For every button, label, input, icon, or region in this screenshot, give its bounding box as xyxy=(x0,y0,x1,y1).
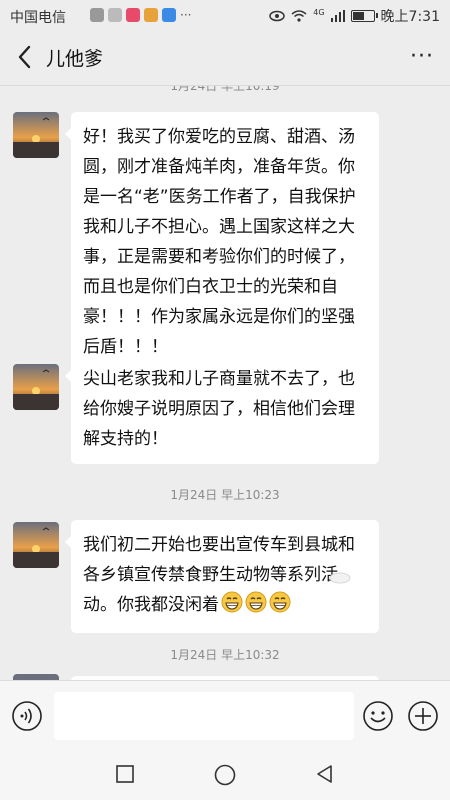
more-dots-icon[interactable]: ··· xyxy=(410,44,434,69)
notification-icon xyxy=(90,8,104,22)
timestamp: 1月24日 早上10:23 xyxy=(170,488,280,502)
message-text: 好！我买了你爱吃的豆腐、甜酒、汤圆，刚才准备炖羊肉，准备年货。你是一名“老”医务… xyxy=(83,127,356,357)
system-navigation-bar xyxy=(0,750,450,800)
notification-icons: ··· xyxy=(90,8,191,22)
message-text: 我们初二开始也要出宣传车到县城和各乡镇宣传禁食野生动物等系列活动。你我都没闲着 xyxy=(83,535,355,615)
smiley-icon[interactable] xyxy=(362,700,394,732)
signal-icon xyxy=(330,10,345,22)
message-bubble[interactable]: 尖山老家我和儿子商量就不去了，也给你嫂子说明原因了，相信他们会理解支持的！ xyxy=(65,354,379,464)
grin-emoji xyxy=(269,591,291,623)
back-triangle-icon[interactable] xyxy=(314,763,336,785)
chat-header: 儿他爹 ··· xyxy=(0,30,450,86)
message-list[interactable]: 1月24日 早上10:19 好！我买了你爱吃的豆腐、甜酒、汤圆，刚才准备炖羊肉，… xyxy=(0,86,450,680)
notification-icon xyxy=(108,8,122,22)
message-bubble[interactable]: 好！我买了你爱吃的豆腐、甜酒、汤圆，刚才准备炖羊肉，准备年货。你是一名“老”医务… xyxy=(65,112,379,372)
grin-emoji xyxy=(221,591,243,623)
notification-icon xyxy=(162,8,176,22)
notification-icon xyxy=(126,8,140,22)
message-bubble[interactable]: 我们初二开始也要出宣传车到县城和各乡镇宣传禁食野生动物等系列活动。你我都没闲着 xyxy=(65,520,379,633)
status-bar: 中国电信 ··· 4G 晚上7:31 xyxy=(0,0,450,30)
clock: 晚上7:31 xyxy=(380,9,440,25)
carrier-name: 中国电信 xyxy=(10,10,66,26)
timestamp: 1月24日 早上10:32 xyxy=(170,648,280,662)
avatar[interactable] xyxy=(13,112,59,158)
wifi-icon xyxy=(291,10,307,22)
avatar[interactable] xyxy=(13,522,59,568)
network-type: 4G xyxy=(313,8,325,17)
eye-icon xyxy=(269,10,285,22)
more-notifications-icon: ··· xyxy=(180,8,192,22)
timestamp: 1月24日 早上10:19 xyxy=(170,86,280,93)
avatar[interactable] xyxy=(13,364,59,410)
chevron-left-icon[interactable] xyxy=(14,44,36,70)
message-input[interactable] xyxy=(54,692,354,740)
grin-emoji xyxy=(245,591,267,623)
home-icon[interactable] xyxy=(213,763,237,787)
voice-icon[interactable] xyxy=(11,700,43,732)
recent-apps-icon[interactable] xyxy=(114,763,136,785)
input-bar xyxy=(0,680,450,751)
chat-title: 儿他爹 xyxy=(46,48,104,70)
quote-mark-icon xyxy=(329,572,351,584)
notification-icon xyxy=(144,8,158,22)
battery-icon xyxy=(350,10,378,22)
message-text: 尖山老家我和儿子商量就不去了，也给你嫂子说明原因了，相信他们会理解支持的！ xyxy=(83,369,355,449)
plus-circle-icon[interactable] xyxy=(407,700,439,732)
